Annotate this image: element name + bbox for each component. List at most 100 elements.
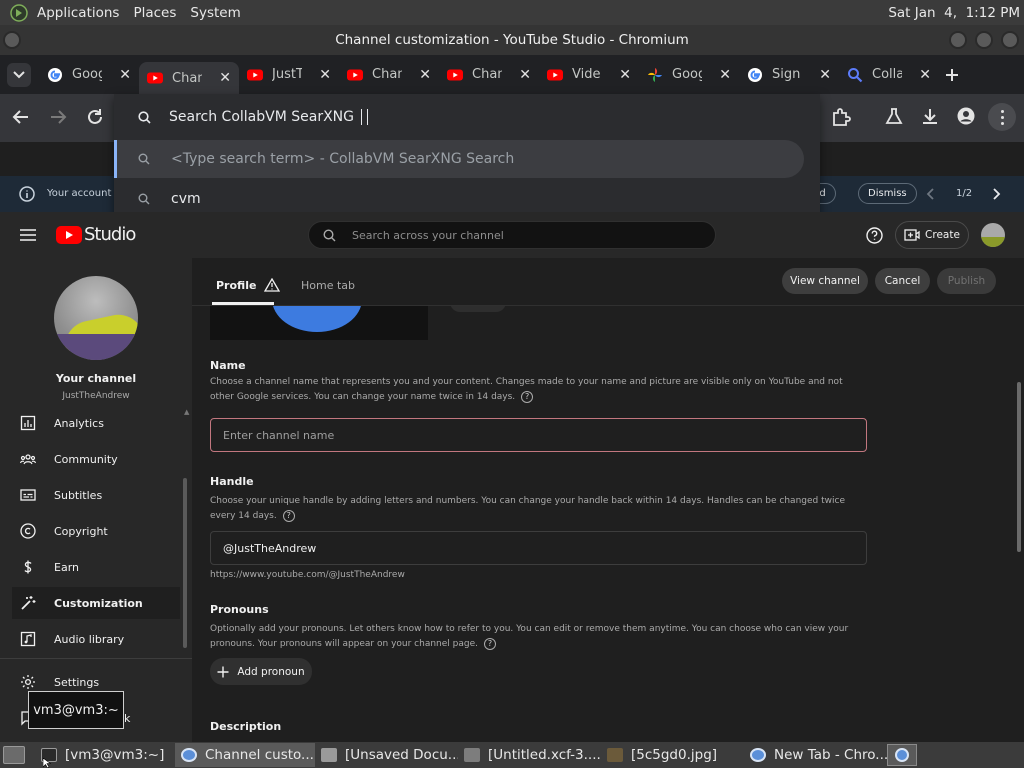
dismiss-button[interactable]: Dismiss <box>858 183 917 204</box>
close-tab-icon[interactable]: ✕ <box>119 67 131 83</box>
help-button[interactable] <box>866 227 883 244</box>
minimize-button[interactable] <box>949 31 967 49</box>
help-icon <box>866 227 883 244</box>
description-heading: Description <box>210 720 282 733</box>
window-title: Channel customization - YouTube Studio -… <box>335 32 689 48</box>
taskbar-chromium-launcher[interactable] <box>887 744 917 766</box>
taskbar-item-image-viewer[interactable]: [5c5gd0.jpg] <box>601 743 744 767</box>
channel-name-placeholder: Enter channel name <box>223 428 335 442</box>
help-icon[interactable]: ? <box>282 509 295 522</box>
scroll-up-arrow[interactable]: ▲ <box>184 408 189 416</box>
downloads-button[interactable] <box>921 107 939 125</box>
close-tab-icon[interactable]: ✕ <box>519 67 531 83</box>
account-avatar[interactable] <box>981 223 1005 247</box>
video-add-icon <box>904 229 920 241</box>
help-icon[interactable]: ? <box>483 637 496 650</box>
extensions-button[interactable] <box>831 107 851 127</box>
system-menu[interactable]: System <box>183 5 247 21</box>
channel-name-input[interactable]: Enter channel name <box>210 418 867 452</box>
tab-search-button[interactable] <box>7 62 31 87</box>
chevron-right-icon <box>993 188 1001 200</box>
prev-page-button[interactable] <box>926 188 934 200</box>
reload-icon <box>88 109 102 124</box>
cancel-button[interactable]: Cancel <box>875 268 930 294</box>
sidebar-item-analytics[interactable]: Analytics <box>12 407 180 439</box>
taskbar-item-label: Channel custo... <box>205 747 314 763</box>
new-tab-button[interactable] <box>945 68 959 82</box>
tab-item[interactable]: Chan ✕ <box>139 62 239 94</box>
customization-tabs-bar: Profile Home tab View channel Cancel Pub… <box>192 258 1024 306</box>
back-button[interactable] <box>12 108 30 126</box>
distro-logo-icon[interactable] <box>6 3 30 22</box>
maximize-button[interactable] <box>975 31 993 49</box>
view-channel-button[interactable]: View channel <box>782 268 868 294</box>
window-menu-button[interactable] <box>3 31 21 49</box>
sidebar-scrollbar[interactable] <box>183 478 187 648</box>
places-menu[interactable]: Places <box>126 5 183 21</box>
channel-search-input[interactable]: Search across your channel <box>308 221 716 249</box>
tab-item[interactable]: Vide ✕ <box>539 59 639 91</box>
tab-item[interactable]: Goog ✕ <box>639 59 739 91</box>
reload-button[interactable] <box>86 108 104 126</box>
browser-menu-button[interactable] <box>988 103 1016 131</box>
sidebar-item-copyright[interactable]: Copyright <box>12 515 180 547</box>
search-icon <box>323 228 336 241</box>
close-tab-icon[interactable]: ✕ <box>719 67 731 83</box>
tab-item[interactable]: Chan ✕ <box>439 59 539 91</box>
sidebar-item-subtitles[interactable]: Subtitles <box>12 479 180 511</box>
taskbar-item-gimp[interactable]: [Untitled.xcf-3.... <box>458 743 601 767</box>
clock[interactable]: Sat Jan 4, 1:12 PM <box>888 5 1020 21</box>
handle-input[interactable]: @JustTheAndrew <box>210 531 867 565</box>
omnibox-suggestion[interactable]: <Type search term> - CollabVM SearXNG Se… <box>114 140 804 178</box>
tab-item[interactable]: JustT ✕ <box>239 59 339 91</box>
close-tab-icon[interactable]: ✕ <box>819 67 831 83</box>
hamburger-menu-button[interactable] <box>20 229 36 241</box>
show-desktop-button[interactable] <box>3 746 25 764</box>
tab-title: Goog <box>72 67 102 82</box>
next-page-button[interactable] <box>993 188 1001 200</box>
download-icon <box>923 109 937 124</box>
window-titlebar[interactable]: Channel customization - YouTube Studio -… <box>0 25 1024 55</box>
name-heading: Name <box>210 359 246 372</box>
main-scrollbar[interactable] <box>1017 382 1021 552</box>
close-tab-icon[interactable]: ✕ <box>219 70 231 86</box>
tab-item[interactable]: Sign ✕ <box>739 59 839 91</box>
arrow-left-icon <box>12 110 28 124</box>
tab-home[interactable]: Home tab <box>301 279 355 292</box>
sidebar-item-customization[interactable]: Customization <box>12 587 180 619</box>
sidebar-item-community[interactable]: Community <box>12 443 180 475</box>
add-pronoun-button[interactable]: Add pronoun <box>210 658 312 685</box>
close-tab-icon[interactable]: ✕ <box>419 67 431 83</box>
tab-item[interactable]: Colla ✕ <box>839 59 939 91</box>
studio-logo[interactable]: Studio <box>56 224 136 245</box>
channel-avatar[interactable] <box>54 276 138 360</box>
sidebar-item-audio-library[interactable]: Audio library <box>12 623 180 655</box>
infobar-text: Your account is <box>47 188 123 199</box>
tab-item[interactable]: Chan ✕ <box>339 59 439 91</box>
taskbar-item-terminal[interactable]: [vm3@vm3:~] <box>35 743 175 767</box>
close-window-button[interactable] <box>1001 31 1019 49</box>
close-tab-icon[interactable]: ✕ <box>619 67 631 83</box>
copyright-icon <box>20 523 36 539</box>
community-icon <box>20 454 36 465</box>
close-tab-icon[interactable]: ✕ <box>319 67 331 83</box>
omnibox-input[interactable]: Search CollabVM SearXNG <box>114 98 820 136</box>
profile-button[interactable] <box>957 107 975 125</box>
publish-button[interactable]: Publish <box>937 268 996 294</box>
applications-menu[interactable]: Applications <box>30 5 126 21</box>
tab-item[interactable]: Goog ✕ <box>39 59 139 91</box>
close-tab-icon[interactable]: ✕ <box>919 67 931 83</box>
add-pronoun-label: Add pronoun <box>237 665 305 678</box>
labs-button[interactable] <box>885 107 903 125</box>
help-icon[interactable]: ? <box>521 390 534 403</box>
person-icon <box>957 107 975 125</box>
taskbar-item-new-tab[interactable]: New Tab - Chro... <box>744 743 887 767</box>
warning-icon <box>264 278 281 292</box>
tab-profile[interactable]: Profile <box>216 278 281 292</box>
forward-button[interactable] <box>49 108 67 126</box>
taskbar-item-text-editor[interactable]: [Unsaved Docu... <box>315 743 458 767</box>
create-button[interactable]: Create <box>895 221 969 249</box>
taskbar-item-chromium[interactable]: Channel custo... <box>175 743 315 767</box>
sidebar-item-earn[interactable]: Earn <box>12 551 180 583</box>
audio-library-icon <box>20 631 36 647</box>
